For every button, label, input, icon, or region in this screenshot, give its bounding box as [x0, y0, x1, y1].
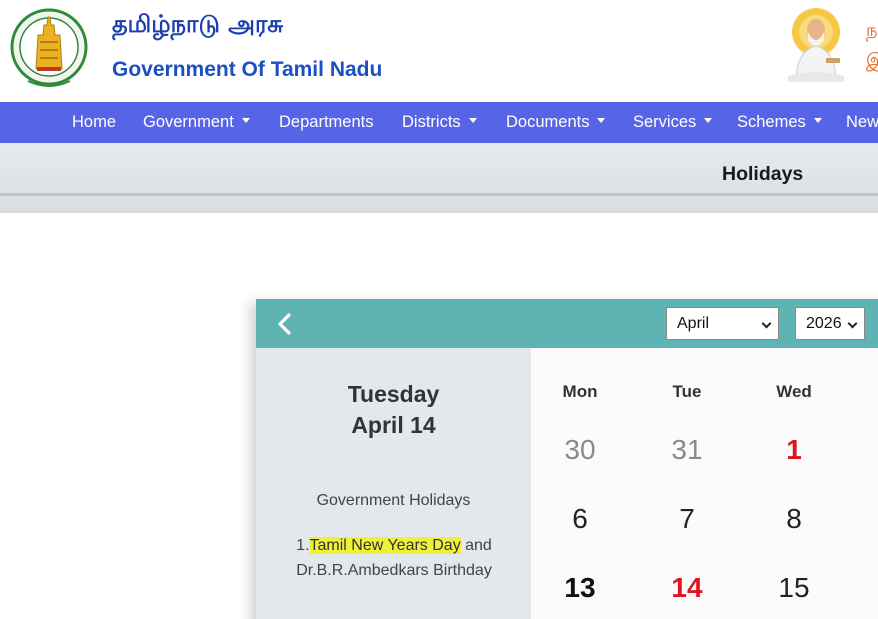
nav-documents-label: Documents — [506, 113, 590, 131]
chevron-down-icon — [813, 118, 822, 124]
nav-services-label: Services — [633, 113, 697, 131]
page: தமிழ்நாடு அரசு Government Of Tamil Nadu … — [0, 0, 878, 619]
nav-schemes-label: Schemes — [737, 113, 806, 131]
nav-departments[interactable]: Departments — [279, 102, 373, 143]
nav-districts[interactable]: Districts — [402, 102, 477, 143]
holiday-description: 1.Tamil New Years Day and Dr.B.R.Ambedka… — [274, 533, 514, 583]
nav-districts-label: Districts — [402, 113, 461, 131]
nav-government-label: Government — [143, 113, 234, 131]
chevron-down-icon — [241, 118, 250, 124]
nav-new[interactable]: New — [846, 102, 878, 143]
nav-departments-label: Departments — [279, 113, 374, 131]
weekday-tue: Tue — [672, 382, 702, 401]
year-select[interactable]: 2026 — [795, 307, 865, 340]
selected-date: April 14 — [351, 412, 436, 438]
weekday-wed: Wed — [776, 382, 812, 401]
day-cell[interactable]: 8 — [759, 503, 829, 535]
month-select-value: April — [677, 315, 710, 332]
chevron-left-icon[interactable] — [274, 311, 296, 337]
day-cell[interactable]: 15 — [759, 572, 829, 604]
nav-government[interactable]: Government — [143, 102, 250, 143]
holiday-calendar: April 2026 Tuesday April 14 Government H… — [256, 299, 878, 619]
calendar-header: April 2026 — [256, 299, 878, 348]
year-select-value: 2026 — [806, 315, 842, 332]
side-text-tamil-1: ந — [866, 20, 878, 41]
site-header: தமிழ்நாடு அரசு Government Of Tamil Nadu … — [0, 0, 878, 102]
day-cell[interactable]: 30 — [545, 434, 615, 466]
day-cell[interactable]: 31 — [652, 434, 722, 466]
month-grid: Mon Tue Wed 30 31 1 6 7 8 13 14 15 — [531, 348, 878, 619]
holidays-heading: Government Holidays — [316, 492, 471, 509]
day-cell-selected-holiday[interactable]: 14 — [652, 572, 722, 604]
day-cell[interactable]: 6 — [545, 503, 615, 535]
page-title: Holidays — [722, 163, 804, 185]
nav-schemes[interactable]: Schemes — [737, 102, 822, 143]
nav-new-label: New — [846, 113, 878, 131]
weekday-mon: Mon — [562, 382, 598, 401]
band-divider — [0, 193, 878, 196]
chevron-down-icon — [597, 118, 606, 124]
site-title-english: Government Of Tamil Nadu — [112, 58, 383, 81]
thiruvalluvar-image-icon — [788, 8, 844, 82]
holiday-name-highlight: Tamil New Years Day — [309, 537, 461, 554]
holiday-number: 1. — [296, 537, 310, 554]
chevron-down-icon — [704, 118, 713, 124]
nav-services[interactable]: Services — [633, 102, 713, 143]
day-cell-holiday[interactable]: 1 — [759, 434, 829, 466]
nav-home-label: Home — [72, 113, 117, 131]
selected-day-panel: Tuesday April 14 Government Holidays 1.T… — [256, 348, 531, 619]
tamil-nadu-emblem-icon[interactable] — [10, 7, 88, 91]
day-cell[interactable]: 7 — [652, 503, 722, 535]
chevron-down-icon — [761, 318, 772, 329]
nav-documents[interactable]: Documents — [506, 102, 606, 143]
chevron-down-icon — [468, 118, 477, 124]
site-title-tamil: தமிழ்நாடு அரசு — [112, 10, 284, 38]
main-navbar: Home Government Departments Districts Do… — [0, 102, 878, 143]
side-text-tamil-2: இ — [866, 50, 878, 71]
chevron-down-icon — [847, 318, 858, 329]
day-cell-today[interactable]: 13 — [545, 572, 615, 604]
selected-day-name: Tuesday — [347, 381, 440, 407]
month-select[interactable]: April — [666, 307, 779, 340]
nav-home[interactable]: Home — [72, 102, 116, 143]
